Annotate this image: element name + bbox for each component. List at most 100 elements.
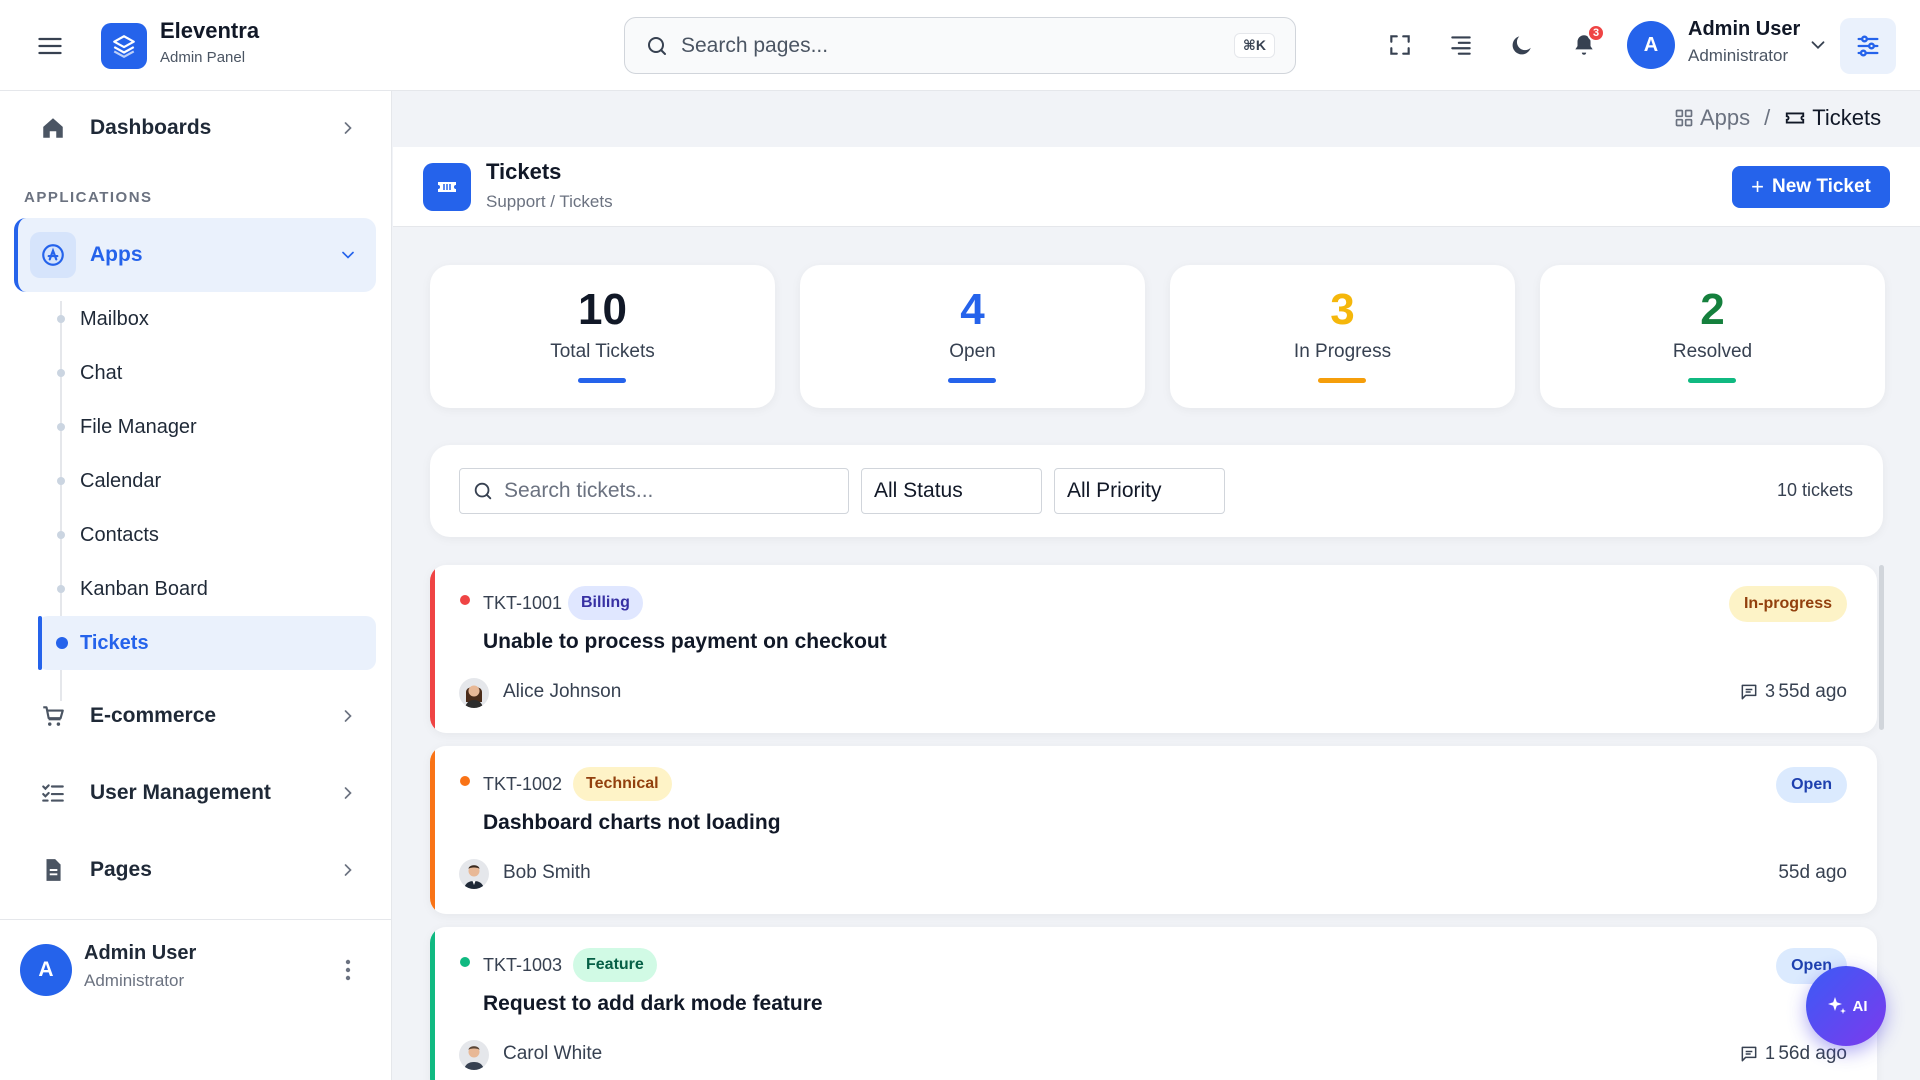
sidebar-subitem-mailbox[interactable]: Mailbox <box>38 292 376 346</box>
sidebar-subitem-tickets[interactable]: Tickets <box>38 616 376 670</box>
status-badge: Open <box>1776 767 1847 803</box>
brand-subtitle: Admin Panel <box>160 49 246 66</box>
ticket-time: 56d ago <box>1778 1043 1847 1064</box>
search-icon <box>474 482 492 500</box>
align-right-icon[interactable] <box>1446 30 1476 60</box>
stat-value: 2 <box>1700 285 1725 334</box>
stat-value: 10 <box>578 285 627 334</box>
user-avatar[interactable]: A <box>1627 21 1675 69</box>
stat-label: Open <box>949 341 996 362</box>
stat-label: In Progress <box>1293 341 1392 362</box>
breadcrumb: Apps / Tickets <box>1674 105 1881 131</box>
sidebar-item-label: User Management <box>90 781 271 804</box>
priority-dot <box>460 595 470 605</box>
ticket-card[interactable]: TKT-1003 Feature Open Request to add dar… <box>430 927 1877 1080</box>
sidebar-item-label: Dashboards <box>90 116 212 139</box>
ticket-author: Carol White <box>503 1043 603 1064</box>
home-icon <box>38 113 68 143</box>
comment-icon <box>1741 1046 1757 1061</box>
ticket-count: 10 tickets <box>1776 480 1853 500</box>
new-ticket-button[interactable]: + New Ticket <box>1732 166 1890 208</box>
sidebar-item-label: Pages <box>90 858 152 881</box>
status-filter-select[interactable]: All Status <box>861 468 1042 514</box>
settings-sliders-button[interactable] <box>1840 18 1896 74</box>
sidebar-subitem-chat[interactable]: Chat <box>38 346 376 400</box>
priority-filter-select[interactable]: All Priority <box>1054 468 1225 514</box>
stat-card-resolved: 2 Resolved <box>1540 265 1885 408</box>
brand-name: Eleventra <box>160 18 260 43</box>
ticket-icon <box>423 163 471 211</box>
sidebar-subitem-file-manager[interactable]: File Manager <box>38 400 376 454</box>
avatar <box>459 1040 489 1070</box>
ticket-time: 55d ago <box>1778 862 1847 883</box>
stat-label: Resolved <box>1672 341 1753 362</box>
chevron-down-icon[interactable] <box>1807 34 1829 56</box>
header-user-name[interactable]: Admin User <box>1688 18 1800 41</box>
cart-icon <box>38 701 68 731</box>
fullscreen-icon[interactable] <box>1385 30 1415 60</box>
priority-accent <box>430 927 435 1080</box>
sidebar-item-user-management[interactable]: User Management <box>14 763 376 823</box>
stat-bar <box>578 378 626 383</box>
ticket-author: Bob Smith <box>503 862 591 883</box>
brand-logo-icon[interactable] <box>101 23 147 69</box>
priority-dot <box>460 776 470 786</box>
priority-accent <box>430 565 435 733</box>
sidebar-subitem-kanban-board[interactable]: Kanban Board <box>38 562 376 616</box>
sidebar-item-dashboards[interactable]: Dashboards <box>14 98 376 158</box>
sidebar-item-ecommerce[interactable]: E-commerce <box>14 686 376 746</box>
stat-bar <box>1688 378 1736 383</box>
avatar[interactable]: A <box>20 944 72 996</box>
ticket-search-input[interactable] <box>504 479 848 503</box>
breadcrumb-link-apps[interactable]: Apps <box>1700 105 1750 131</box>
search-shortcut-badge: ⌘K <box>1233 33 1275 58</box>
page-title: Tickets <box>486 159 562 184</box>
global-search[interactable]: ⌘K <box>624 17 1296 74</box>
sidebar-user-card: A Admin User Administrator <box>0 919 391 1018</box>
sidebar-subitem-contacts[interactable]: Contacts <box>38 508 376 562</box>
stat-value: 4 <box>960 285 985 334</box>
more-vertical-icon[interactable] <box>336 956 360 984</box>
priority-dot <box>460 957 470 967</box>
category-badge: Billing <box>568 586 643 620</box>
plus-icon: + <box>1751 174 1764 199</box>
comment-count: 3 <box>1739 681 1775 702</box>
ticket-title[interactable]: Dashboard charts not loading <box>483 811 781 835</box>
ticket-card[interactable]: TKT-1001 Billing In-progress Unable to p… <box>430 565 1877 733</box>
stat-bar <box>948 378 996 383</box>
category-badge: Technical <box>573 767 672 801</box>
sidebar-item-pages[interactable]: Pages <box>14 840 376 900</box>
chevron-right-icon <box>344 122 352 134</box>
status-badge: In-progress <box>1728 586 1847 622</box>
grid-icon <box>1675 109 1693 127</box>
ticket-search[interactable] <box>459 468 849 514</box>
ticket-icon <box>1786 112 1805 124</box>
ai-assistant-button[interactable]: AI <box>1806 966 1886 1046</box>
ticket-title[interactable]: Request to add dark mode feature <box>483 992 823 1016</box>
ticket-title[interactable]: Unable to process payment on checkout <box>483 630 887 654</box>
ticket-card[interactable]: TKT-1002 Technical Open Dashboard charts… <box>430 746 1877 914</box>
sidebar-subitem-calendar[interactable]: Calendar <box>38 454 376 508</box>
global-search-input[interactable] <box>681 33 1234 58</box>
document-icon <box>38 855 68 885</box>
priority-accent <box>430 746 435 914</box>
breadcrumb-separator: / <box>1764 105 1771 130</box>
sidebar-item-label: Apps <box>90 243 143 266</box>
chevron-right-icon <box>344 864 352 876</box>
dark-mode-moon-icon[interactable] <box>1507 30 1537 60</box>
app-store-icon <box>30 232 76 278</box>
avatar <box>459 678 489 708</box>
ticket-id: TKT-1002 <box>483 774 563 794</box>
section-label-applications: APPLICATIONS <box>24 189 153 206</box>
header-user-role: Administrator <box>1688 46 1789 65</box>
scrollbar-thumb[interactable] <box>1879 565 1884 730</box>
ticket-time: 55d ago <box>1778 681 1847 702</box>
sidebar-user-role: Administrator <box>84 971 185 990</box>
notification-bell-icon[interactable]: 3 <box>1569 24 1605 60</box>
sidebar-item-apps[interactable]: Apps <box>14 218 376 292</box>
category-badge: Feature <box>573 948 657 982</box>
avatar <box>459 859 489 889</box>
stat-label: Total Tickets <box>550 341 655 362</box>
menu-toggle-icon[interactable] <box>36 32 64 60</box>
page-subtitle: Support / Tickets <box>486 192 613 211</box>
